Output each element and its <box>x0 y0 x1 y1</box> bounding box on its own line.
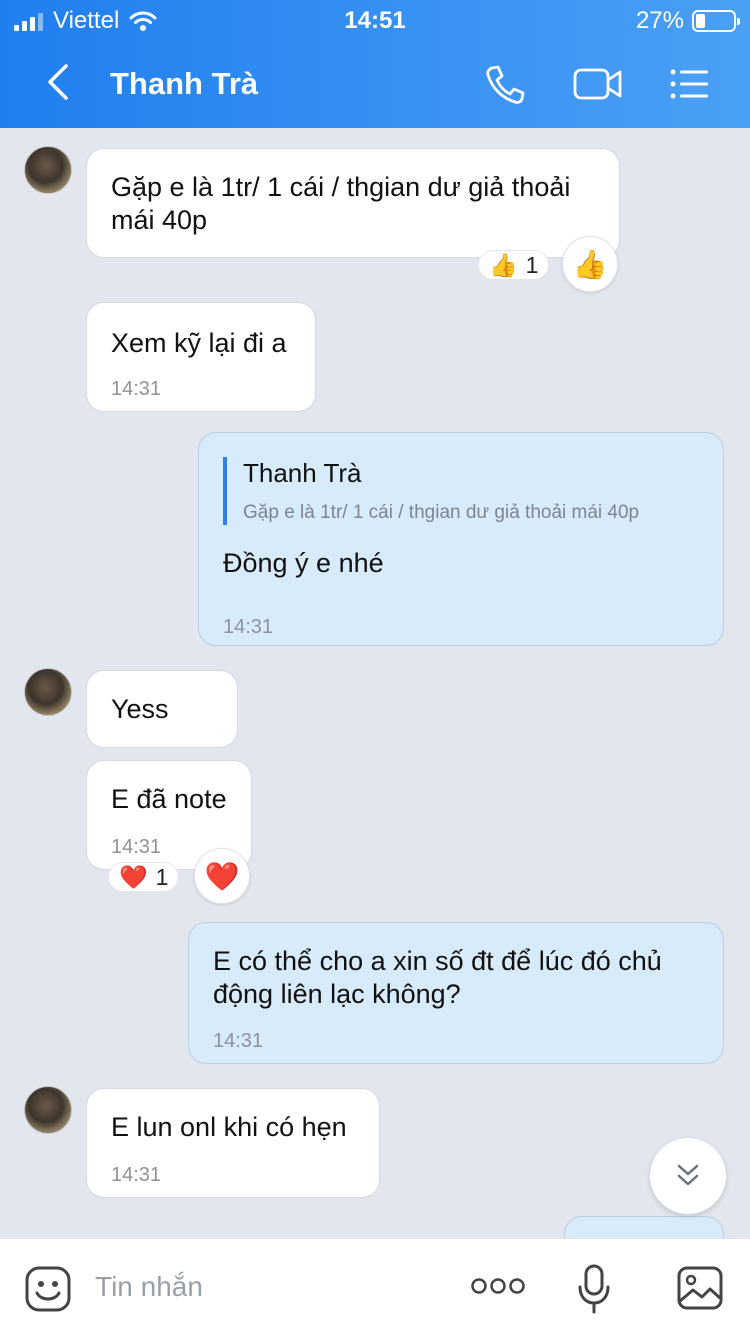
quote-sender: Thanh Trà <box>243 458 362 488</box>
message-time: 14:31 <box>213 1030 264 1052</box>
reaction-number: 1 <box>525 251 539 278</box>
message-line: Gặp e là 1tr/ 1 cái / thgian dư giả thoả… <box>111 172 571 202</box>
battery-percent: 27% <box>635 7 684 34</box>
avatar[interactable] <box>24 146 72 194</box>
message-text: E có thể cho a xin số đt để lúc đó chủ đ… <box>213 945 703 1011</box>
status-bar: Viettel 14:51 27% <box>0 0 750 40</box>
message-line: động liên lạc không? <box>213 979 461 1009</box>
message-list[interactable]: Gặp e là 1tr/ 1 cái / thgian dư giả thoả… <box>0 128 750 1238</box>
avatar[interactable] <box>24 668 72 716</box>
thumbs-up-icon: 👍 <box>489 251 518 278</box>
message-line: mái 40p <box>111 205 208 235</box>
chat-header: Viettel 14:51 27% Thanh Trà <box>0 0 750 128</box>
message-input[interactable]: Tin nhắn <box>95 1271 203 1303</box>
back-icon[interactable] <box>42 62 78 102</box>
message-composer: Tin nhắn <box>0 1238 750 1334</box>
message-bubble[interactable]: E lun onl khi có hẹn 14:31 <box>86 1088 380 1198</box>
heart-icon: ❤️ <box>119 863 148 890</box>
message-bubble[interactable]: Yess <box>86 670 238 748</box>
like-reaction-button[interactable]: 👍 <box>562 236 618 292</box>
message-text: Đồng ý e nhé <box>223 548 384 578</box>
message-bubble-outgoing[interactable]: Thanh Trà Gặp e là 1tr/ 1 cái / thgian d… <box>198 432 724 646</box>
message-bubble[interactable]: Gặp e là 1tr/ 1 cái / thgian dư giả thoả… <box>86 148 620 258</box>
chat-title[interactable]: Thanh Trà <box>110 66 258 102</box>
avatar[interactable] <box>24 1086 72 1134</box>
thumbs-up-icon: 👍 <box>572 248 608 280</box>
nav-bar: Thanh Trà <box>0 40 750 128</box>
sticker-icon[interactable] <box>24 1265 72 1313</box>
message-text: E đã note <box>111 784 227 814</box>
phone-icon[interactable] <box>482 62 528 106</box>
quote-text: Gặp e là 1tr/ 1 cái / thgian dư giả thoả… <box>243 502 640 523</box>
message-bubble-outgoing[interactable] <box>564 1216 724 1238</box>
message-text: Yess <box>111 694 169 724</box>
message-bubble-outgoing[interactable]: E có thể cho a xin số đt để lúc đó chủ đ… <box>188 922 724 1064</box>
message-time: 14:31 <box>223 616 274 638</box>
heart-reaction-button[interactable]: ❤️ <box>194 848 250 904</box>
quoted-message[interactable]: Thanh Trà Gặp e là 1tr/ 1 cái / thgian d… <box>223 457 639 525</box>
heart-icon: ❤️ <box>204 860 240 892</box>
image-icon[interactable] <box>676 1265 724 1311</box>
message-bubble[interactable]: Xem kỹ lại đi a 14:31 <box>86 302 316 412</box>
message-time: 14:31 <box>111 378 162 400</box>
battery-status: 27% <box>635 7 740 35</box>
message-time: 14:31 <box>111 1164 162 1186</box>
battery-icon <box>692 10 740 32</box>
double-chevron-down-icon <box>677 1164 699 1186</box>
menu-list-icon[interactable] <box>666 62 712 106</box>
video-call-icon[interactable] <box>572 62 624 106</box>
message-text: E lun onl khi có hẹn <box>111 1112 347 1142</box>
more-icon[interactable] <box>470 1277 526 1295</box>
message-time: 14:31 <box>111 836 162 858</box>
reaction-count[interactable]: 👍 1 <box>478 250 550 280</box>
reaction-number: 1 <box>155 863 169 890</box>
reaction-count[interactable]: ❤️ 1 <box>108 862 180 892</box>
message-text: Gặp e là 1tr/ 1 cái / thgian dư giả thoả… <box>111 171 599 237</box>
microphone-icon[interactable] <box>576 1263 612 1315</box>
message-line: E có thể cho a xin số đt để lúc đó chủ <box>213 946 662 976</box>
message-text: Xem kỹ lại đi a <box>111 328 287 358</box>
scroll-to-bottom-button[interactable] <box>650 1138 726 1214</box>
